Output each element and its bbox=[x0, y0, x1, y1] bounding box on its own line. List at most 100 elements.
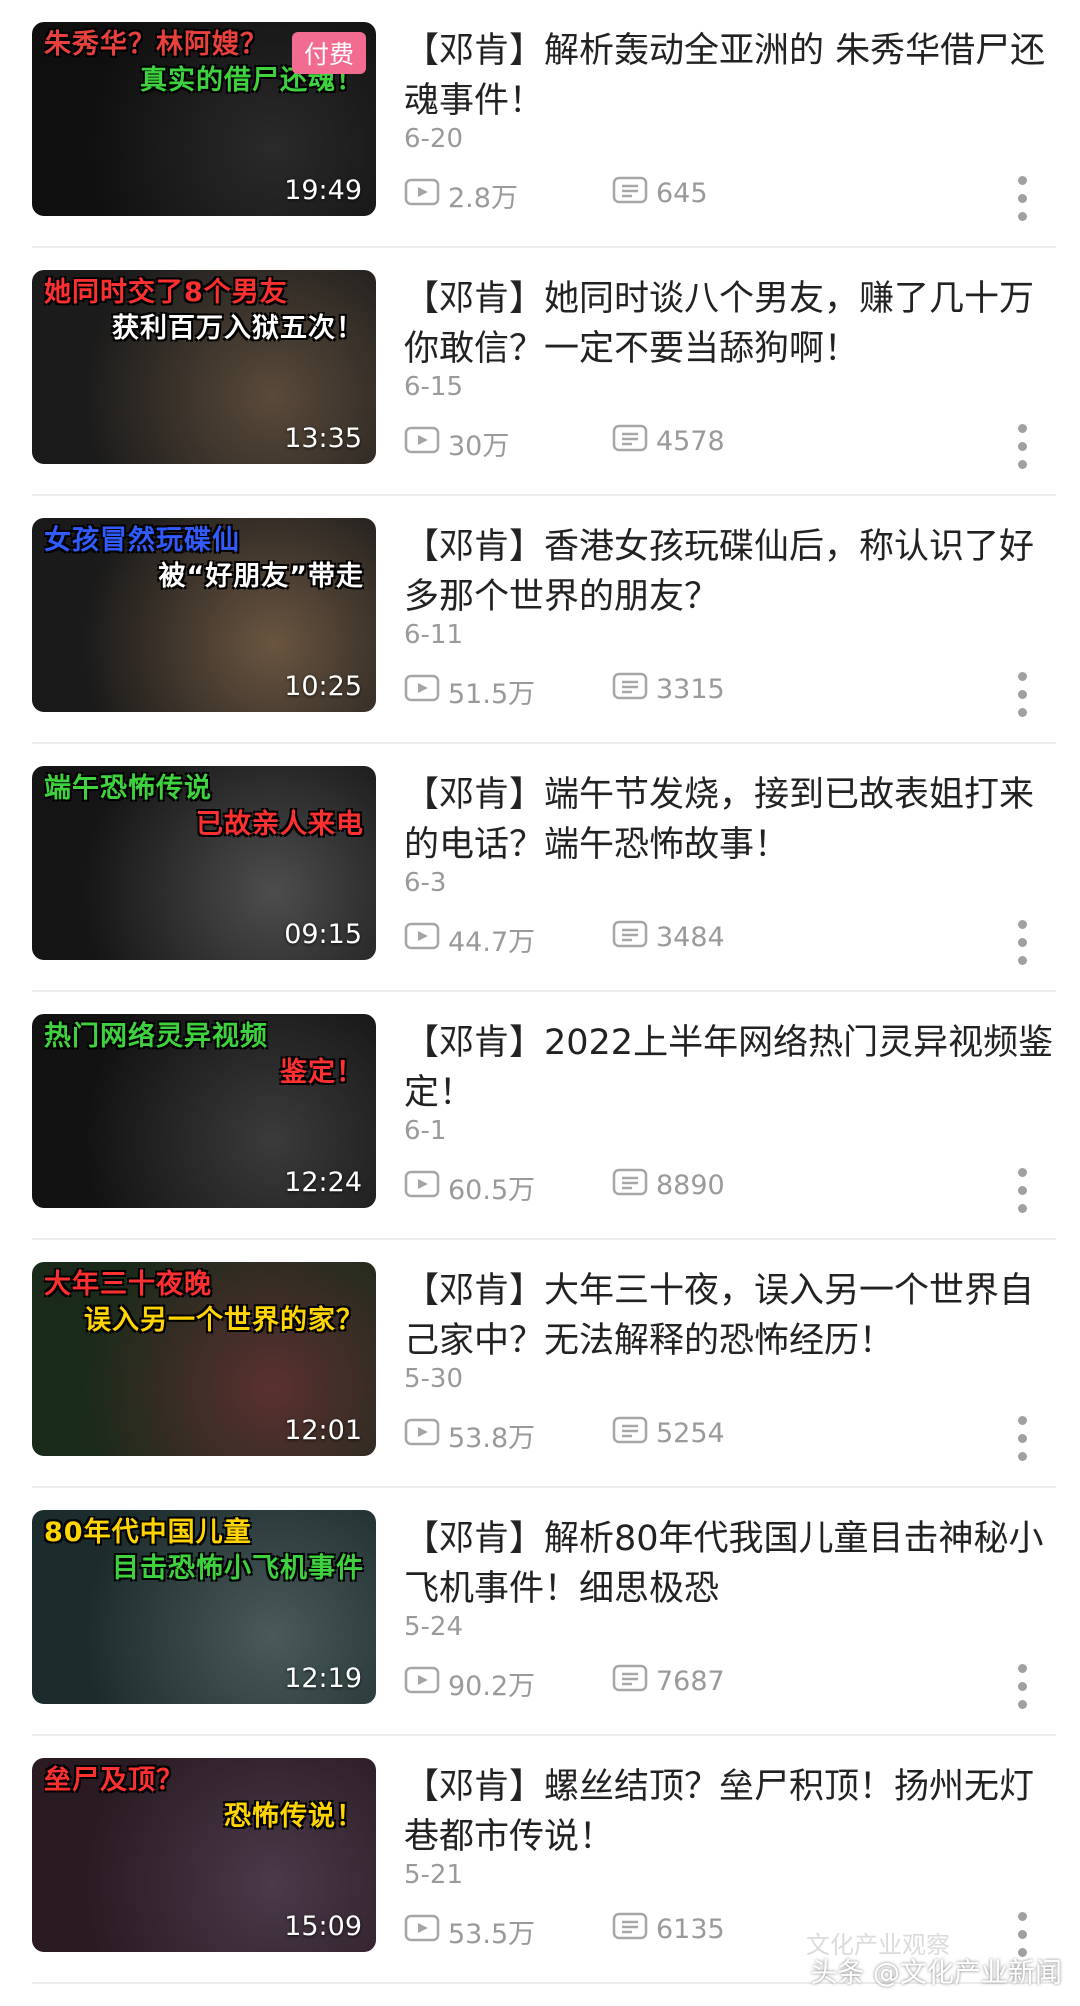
thumbnail-caption-bottom: 误入另一个世界的家？ bbox=[84, 1305, 364, 1336]
play-count-value: 53.8万 bbox=[448, 1423, 536, 1454]
video-title[interactable]: 【邓肯】解析80年代我国儿童目击神秘小飞机事件！细思极恐 bbox=[404, 1514, 1054, 1614]
thumbnail-caption-top: 热门网络灵异视频 bbox=[44, 1021, 268, 1052]
comment-count: 6135 bbox=[612, 1912, 725, 1947]
play-count-icon bbox=[404, 1914, 440, 1949]
thumbnail-caption-top: 女孩冒然玩碟仙 bbox=[44, 525, 240, 556]
play-count: 60.5万 bbox=[404, 1168, 535, 1207]
video-duration: 13:35 bbox=[284, 423, 362, 454]
comment-count-value: 5254 bbox=[656, 1418, 725, 1449]
video-date: 5-30 bbox=[404, 1364, 464, 1394]
play-count-icon bbox=[404, 1418, 440, 1453]
thumbnail-caption-top: 端午恐怖传说 bbox=[44, 773, 212, 804]
comment-count-value: 6135 bbox=[656, 1914, 725, 1945]
more-options-icon[interactable] bbox=[1014, 1662, 1030, 1712]
play-count-icon bbox=[404, 922, 440, 957]
video-date: 5-24 bbox=[404, 1612, 464, 1642]
video-date: 6-1 bbox=[404, 1116, 447, 1146]
video-thumbnail[interactable]: 女孩冒然玩碟仙 被“好朋友”带走 10:25 bbox=[32, 518, 376, 712]
video-date: 6-11 bbox=[404, 620, 464, 650]
comment-count-icon bbox=[612, 1168, 648, 1203]
video-stats: 51.5万 3315 bbox=[404, 672, 1054, 712]
video-stats: 53.8万 5254 bbox=[404, 1416, 1054, 1456]
more-options-icon[interactable] bbox=[1014, 918, 1030, 968]
comment-count-value: 8890 bbox=[656, 1170, 725, 1201]
video-title[interactable]: 【邓肯】2022上半年网络热门灵异视频鉴定！ bbox=[404, 1018, 1054, 1118]
play-count-value: 53.5万 bbox=[448, 1919, 536, 1950]
video-thumbnail[interactable]: 端午恐怖传说 已故亲人来电 09:15 bbox=[32, 766, 376, 960]
video-stats: 60.5万 8890 bbox=[404, 1168, 1054, 1208]
comment-count: 5254 bbox=[612, 1416, 725, 1451]
video-duration: 12:01 bbox=[284, 1415, 362, 1446]
more-options-icon[interactable] bbox=[1014, 422, 1030, 472]
video-title[interactable]: 【邓肯】香港女孩玩碟仙后，称认识了好多那个世界的朋友？ bbox=[404, 522, 1054, 622]
thumbnail-caption-top: 她同时交了8个男友 bbox=[44, 277, 288, 308]
video-duration: 12:19 bbox=[284, 1663, 362, 1694]
play-count-value: 44.7万 bbox=[448, 927, 536, 958]
comment-count-icon bbox=[612, 1912, 648, 1947]
play-count-value: 90.2万 bbox=[448, 1671, 536, 1702]
video-thumbnail[interactable]: 大年三十夜晚 误入另一个世界的家？ 12:01 bbox=[32, 1262, 376, 1456]
video-title[interactable]: 【邓肯】解析轰动全亚洲的 朱秀华借尸还魂事件！ bbox=[404, 26, 1054, 126]
play-count: 53.5万 bbox=[404, 1912, 535, 1951]
thumbnail-caption-bottom: 恐怖传说！ bbox=[224, 1801, 364, 1832]
more-options-icon[interactable] bbox=[1014, 174, 1030, 224]
thumbnail-caption-top: 80年代中国儿童 bbox=[44, 1517, 252, 1548]
video-list-item[interactable]: 女孩冒然玩碟仙 被“好朋友”带走 10:25 【邓肯】香港女孩玩碟仙后，称认识了好多那… bbox=[32, 496, 1056, 744]
more-options-icon[interactable] bbox=[1014, 670, 1030, 720]
video-thumbnail[interactable]: 她同时交了8个男友获利百万入狱五次！ 13:35 bbox=[32, 270, 376, 464]
video-date: 6-15 bbox=[404, 372, 464, 402]
video-stats: 53.5万 6135 bbox=[404, 1912, 1054, 1952]
play-count-icon bbox=[404, 178, 440, 213]
thumbnail-caption-top: 垒尸及顶？ bbox=[44, 1765, 184, 1796]
video-duration: 15:09 bbox=[284, 1911, 362, 1942]
video-thumbnail[interactable]: 热门网络灵异视频 鉴定！ 12:24 bbox=[32, 1014, 376, 1208]
video-thumbnail[interactable]: 垒尸及顶？ 恐怖传说！ 15:09 bbox=[32, 1758, 376, 1952]
video-duration: 19:49 bbox=[284, 175, 362, 206]
thumbnail-caption-bottom: 已故亲人来电 bbox=[196, 809, 364, 840]
play-count-value: 30万 bbox=[448, 431, 510, 462]
more-options-icon[interactable] bbox=[1014, 1166, 1030, 1216]
video-date: 6-20 bbox=[404, 124, 464, 154]
comment-count: 4578 bbox=[612, 424, 725, 459]
play-count: 44.7万 bbox=[404, 920, 535, 959]
thumbnail-caption-bottom: 获利百万入狱五次！ bbox=[112, 313, 364, 344]
video-stats: 90.2万 7687 bbox=[404, 1664, 1054, 1704]
video-thumbnail[interactable]: 80年代中国儿童目击恐怖小飞机事件 12:19 bbox=[32, 1510, 376, 1704]
video-stats: 2.8万 645 bbox=[404, 176, 1054, 216]
play-count-icon bbox=[404, 674, 440, 709]
comment-count-value: 3484 bbox=[656, 922, 725, 953]
play-count-icon bbox=[404, 1666, 440, 1701]
video-list-item[interactable]: 热门网络灵异视频 鉴定！ 12:24 【邓肯】2022上半年网络热门灵异视频鉴定！ 6-… bbox=[32, 992, 1056, 1240]
video-date: 6-3 bbox=[404, 868, 447, 898]
more-options-icon[interactable] bbox=[1014, 1414, 1030, 1464]
comment-count: 7687 bbox=[612, 1664, 725, 1699]
video-title[interactable]: 【邓肯】大年三十夜，误入另一个世界自己家中？无法解释的恐怖经历！ bbox=[404, 1266, 1054, 1366]
video-stats: 44.7万 3484 bbox=[404, 920, 1054, 960]
video-title[interactable]: 【邓肯】端午节发烧，接到已故表姐打来的电话？端午恐怖故事！ bbox=[404, 770, 1054, 870]
play-count-value: 2.8万 bbox=[448, 183, 518, 214]
play-count: 90.2万 bbox=[404, 1664, 535, 1703]
video-list-item[interactable]: 80年代中国儿童目击恐怖小飞机事件 12:19 【邓肯】解析80年代我国儿童目击神秘… bbox=[32, 1488, 1056, 1736]
comment-count: 645 bbox=[612, 176, 708, 211]
thumbnail-caption-bottom: 目击恐怖小飞机事件 bbox=[112, 1553, 364, 1584]
video-stats: 30万 4578 bbox=[404, 424, 1054, 464]
comment-count-icon bbox=[612, 1416, 648, 1451]
play-count: 30万 bbox=[404, 424, 509, 463]
paid-badge: 付费 bbox=[291, 32, 366, 74]
video-list-item[interactable]: 端午恐怖传说 已故亲人来电 09:15 【邓肯】端午节发烧，接到已故表姐打来的电话？端… bbox=[32, 744, 1056, 992]
comment-count: 3484 bbox=[612, 920, 725, 955]
comment-count: 8890 bbox=[612, 1168, 725, 1203]
video-title[interactable]: 【邓肯】她同时谈八个男友，赚了几十万你敢信？一定不要当舔狗啊！ bbox=[404, 274, 1054, 374]
comment-count-icon bbox=[612, 424, 648, 459]
play-count-icon bbox=[404, 426, 440, 461]
video-list-item[interactable]: 大年三十夜晚 误入另一个世界的家？ 12:01 【邓肯】大年三十夜，误入另一个世界自己… bbox=[32, 1240, 1056, 1488]
video-list-item[interactable]: 朱秀华？林阿嫂？ 真实的借尸还魂！ 付费 19:49 【邓肯】解析轰动全亚洲的 朱秀华借… bbox=[32, 0, 1056, 248]
video-title[interactable]: 【邓肯】螺丝结顶？垒尸积顶！扬州无灯巷都市传说！ bbox=[404, 1762, 1054, 1862]
play-count: 2.8万 bbox=[404, 176, 518, 215]
video-list-item[interactable]: 她同时交了8个男友获利百万入狱五次！ 13:35 【邓肯】她同时谈八个男友，赚了几十… bbox=[32, 248, 1056, 496]
comment-count-icon bbox=[612, 176, 648, 211]
play-count-icon bbox=[404, 1170, 440, 1205]
play-count-value: 51.5万 bbox=[448, 679, 536, 710]
comment-count-value: 7687 bbox=[656, 1666, 725, 1697]
video-thumbnail[interactable]: 朱秀华？林阿嫂？ 真实的借尸还魂！ 付费 19:49 bbox=[32, 22, 376, 216]
